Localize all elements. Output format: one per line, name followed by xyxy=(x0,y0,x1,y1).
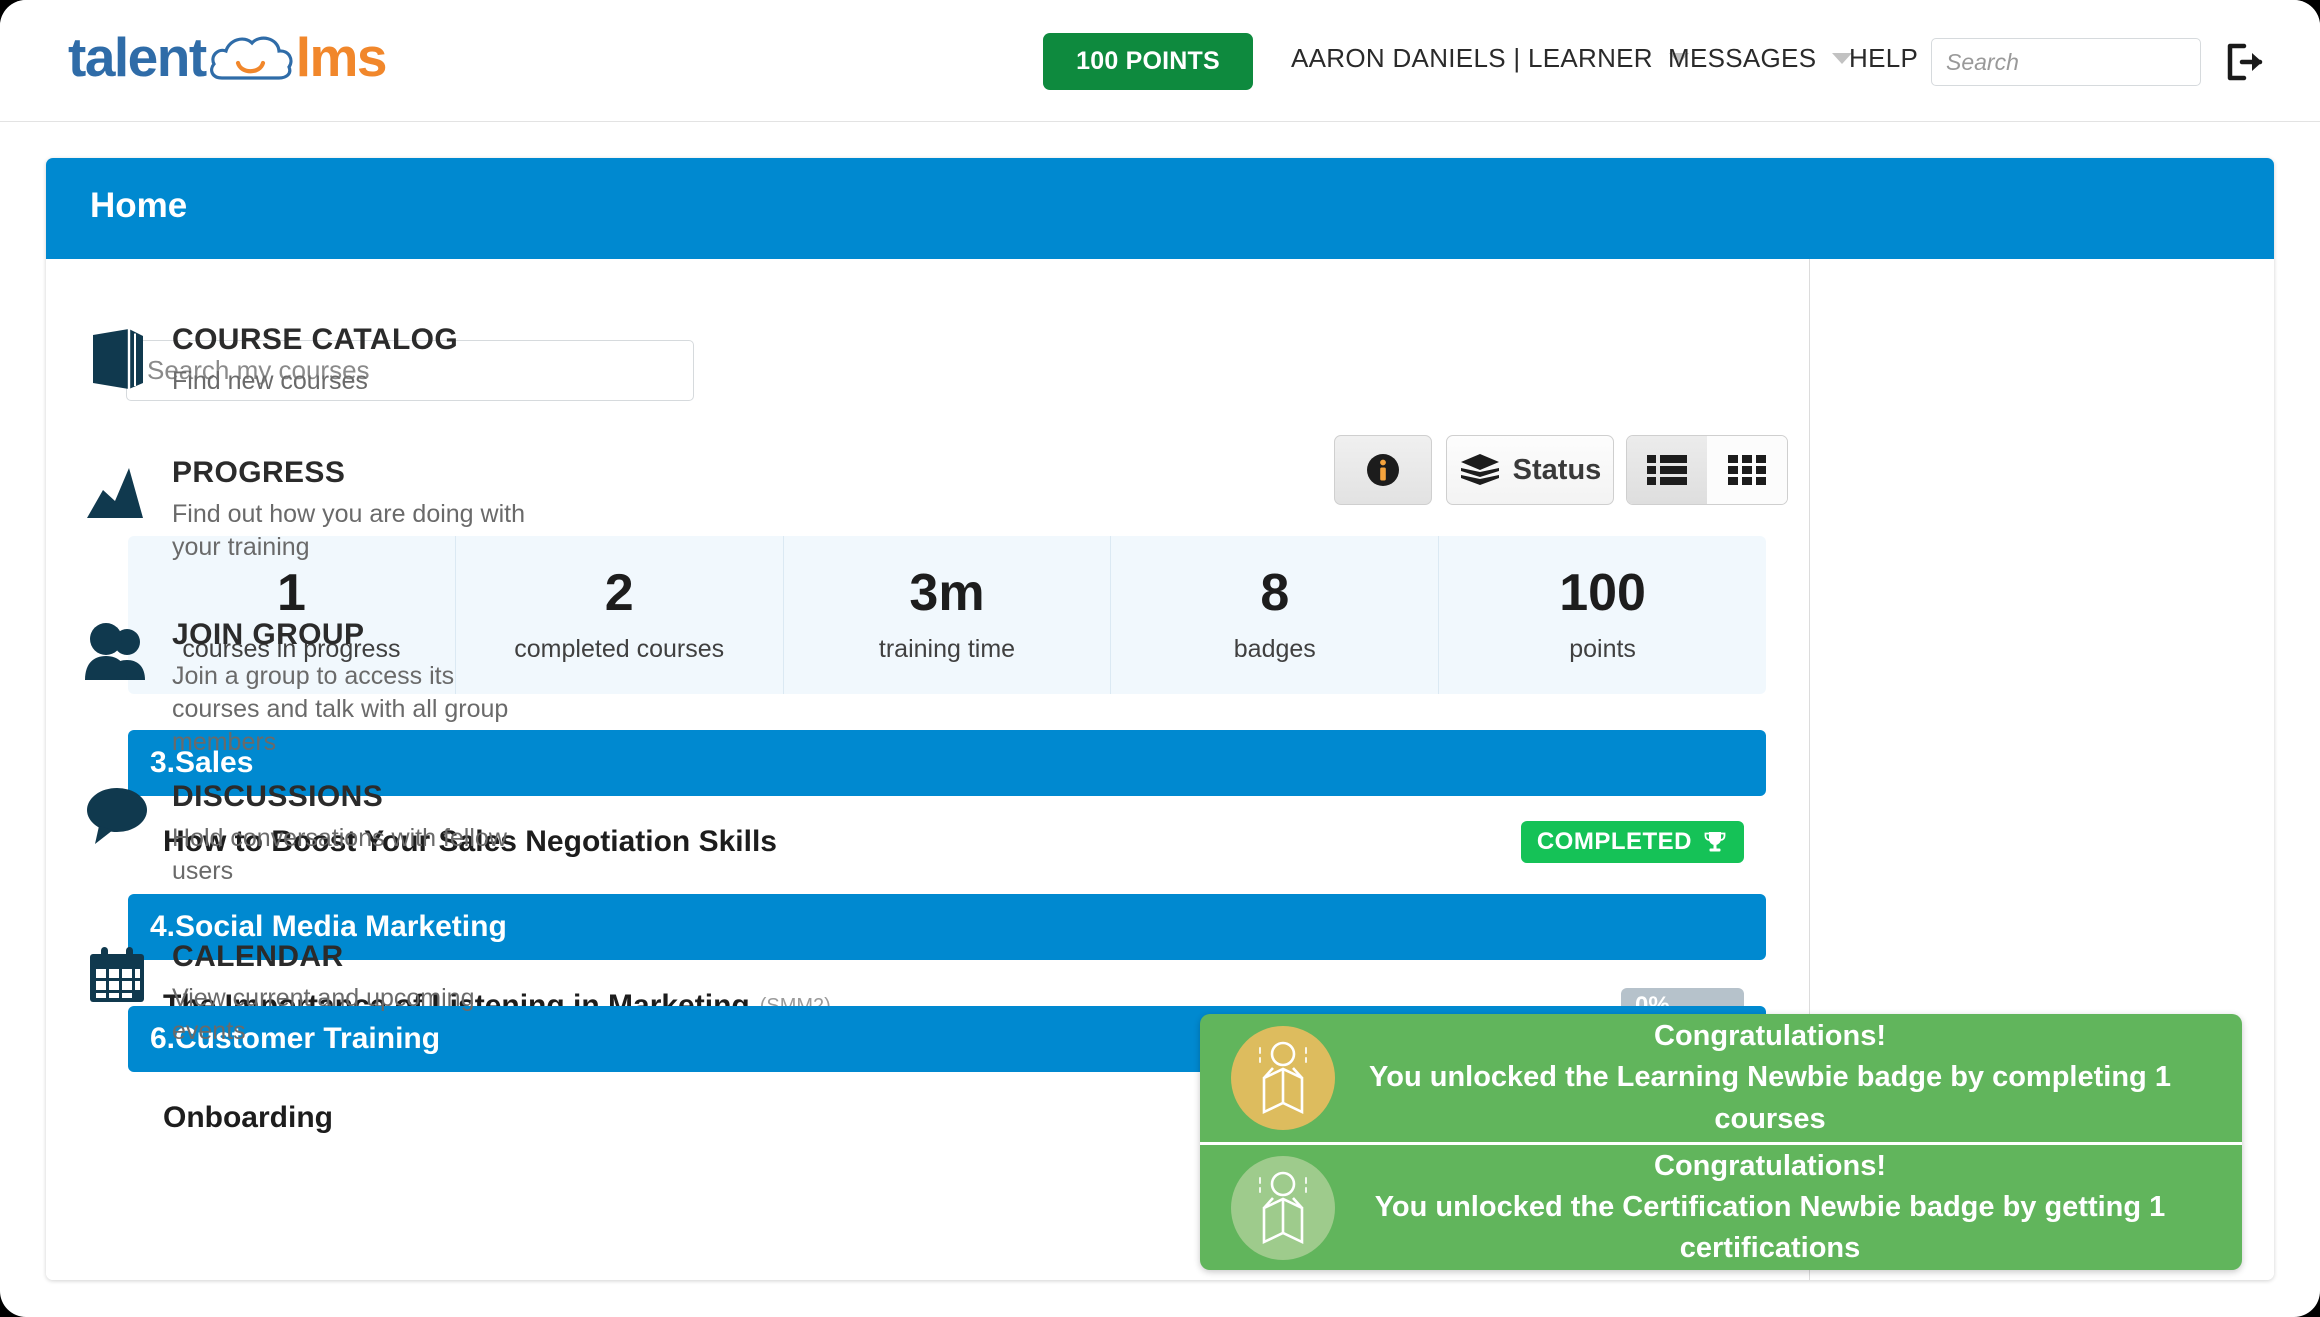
status-button-label: Status xyxy=(1512,453,1602,486)
notification-stack: Congratulations! You unlocked the Learni… xyxy=(1200,1014,2242,1270)
stat-value: 1 xyxy=(276,563,306,622)
sidebar-item-title: PROGRESS xyxy=(172,456,346,489)
grid-view-icon xyxy=(1728,455,1766,485)
logout-icon[interactable] xyxy=(2222,40,2266,84)
toast-heading: Congratulations! xyxy=(1654,1149,1886,1182)
stat-label: points xyxy=(1569,634,1636,663)
sidebar-item-title: DISCUSSIONS xyxy=(172,780,384,813)
users-icon xyxy=(80,618,156,759)
status-button[interactable]: Status xyxy=(1446,435,1614,505)
sidebar-item-progress[interactable]: PROGRESS Find out how you are doing with… xyxy=(80,456,525,564)
points-button[interactable]: 100 POINTS xyxy=(1043,33,1253,90)
stat-points: 100 points xyxy=(1439,536,1766,694)
help-link[interactable]: HELP xyxy=(1849,43,1918,74)
sidebar-item-desc: Find new courses xyxy=(172,366,368,395)
sidebar-item-title: COURSE CATALOG xyxy=(172,323,459,356)
course-name: Onboarding xyxy=(163,1101,333,1134)
page-title: Home xyxy=(90,186,188,225)
cloud-smile-icon xyxy=(208,32,294,82)
app-window: talent lms 100 POINTS AARON DANIELS | LE… xyxy=(0,0,2320,1317)
stat-label: training time xyxy=(878,634,1016,663)
layers-icon xyxy=(1460,454,1499,485)
global-search-input[interactable] xyxy=(1931,38,2201,86)
stat-value: 8 xyxy=(1260,563,1290,622)
toast-body: You unlocked the Learning Newbie badge b… xyxy=(1369,1061,2171,1135)
list-view-icon xyxy=(1647,455,1687,485)
status-badge-label: COMPLETED xyxy=(1536,828,1692,855)
messages-menu[interactable]: MESSAGES xyxy=(1668,43,1853,74)
sidebar-item-calendar[interactable]: CALENDAR View current and upcoming event… xyxy=(80,940,480,1048)
toast-message: Congratulations! You unlocked the Certif… xyxy=(1352,1146,2228,1270)
user-menu[interactable]: AARON DANIELS | LEARNER xyxy=(1291,43,1689,74)
toast-certification-newbie[interactable]: Congratulations! You unlocked the Certif… xyxy=(1200,1142,2242,1270)
sidebar-item-title: JOIN GROUP xyxy=(172,618,365,651)
logo-text-lms: lms xyxy=(295,25,388,88)
talentlms-logo[interactable]: talent lms xyxy=(68,25,388,88)
calendar-icon xyxy=(80,940,156,1048)
stat-badges: 8 badges xyxy=(1111,536,1440,694)
grid-view-button[interactable] xyxy=(1707,436,1787,504)
stat-label: completed courses xyxy=(514,634,725,663)
toast-learning-newbie[interactable]: Congratulations! You unlocked the Learni… xyxy=(1200,1014,2242,1142)
sidebar-item-desc: View current and upcoming events xyxy=(172,983,475,1045)
global-header: talent lms 100 POINTS AARON DANIELS | LE… xyxy=(0,0,2320,122)
stat-value: 2 xyxy=(604,563,634,622)
info-icon xyxy=(1367,454,1399,486)
toast-heading: Congratulations! xyxy=(1654,1020,1886,1053)
stat-value: 100 xyxy=(1559,563,1646,622)
stat-training-time: 3m training time xyxy=(784,536,1112,694)
list-view-button[interactable] xyxy=(1627,436,1707,504)
user-menu-label: AARON DANIELS | LEARNER xyxy=(1291,43,1653,73)
view-toggle-group xyxy=(1626,435,1788,505)
status-badge: COMPLETED xyxy=(1520,821,1744,863)
info-button[interactable] xyxy=(1334,435,1432,505)
book-icon xyxy=(80,323,156,398)
toast-body: You unlocked the Certification Newbie ba… xyxy=(1374,1190,2166,1265)
logo-text-talent: talent xyxy=(68,25,207,88)
toast-message: Congratulations! You unlocked the Learni… xyxy=(1352,1016,2228,1140)
section-title: 4.Social Media Marketing xyxy=(150,910,507,943)
speech-bubble-icon xyxy=(80,780,156,888)
chart-icon xyxy=(80,456,156,564)
stat-value: 3m xyxy=(909,563,985,622)
badge-learner-icon xyxy=(1214,1023,1352,1133)
sidebar-item-join-group[interactable]: JOIN GROUP Join a group to access its co… xyxy=(80,618,508,759)
page-header-bar: Home xyxy=(46,158,2274,259)
sidebar-item-discussions[interactable]: DISCUSSIONS Hold conversations with fell… xyxy=(80,780,507,888)
sidebar-item-desc: Hold conversations with fellow users xyxy=(172,823,507,885)
sidebar-item-course-catalog[interactable]: COURSE CATALOG Find new courses xyxy=(80,323,480,398)
stat-label: badges xyxy=(1233,634,1316,663)
messages-menu-label: MESSAGES xyxy=(1668,43,1817,73)
trophy-icon xyxy=(1704,832,1726,852)
sidebar-item-title: CALENDAR xyxy=(172,940,344,973)
sidebar-item-desc: Find out how you are doing with your tra… xyxy=(172,499,525,561)
badge-certification-icon xyxy=(1214,1153,1352,1263)
sidebar-item-desc: Join a group to access its courses and t… xyxy=(172,661,509,757)
